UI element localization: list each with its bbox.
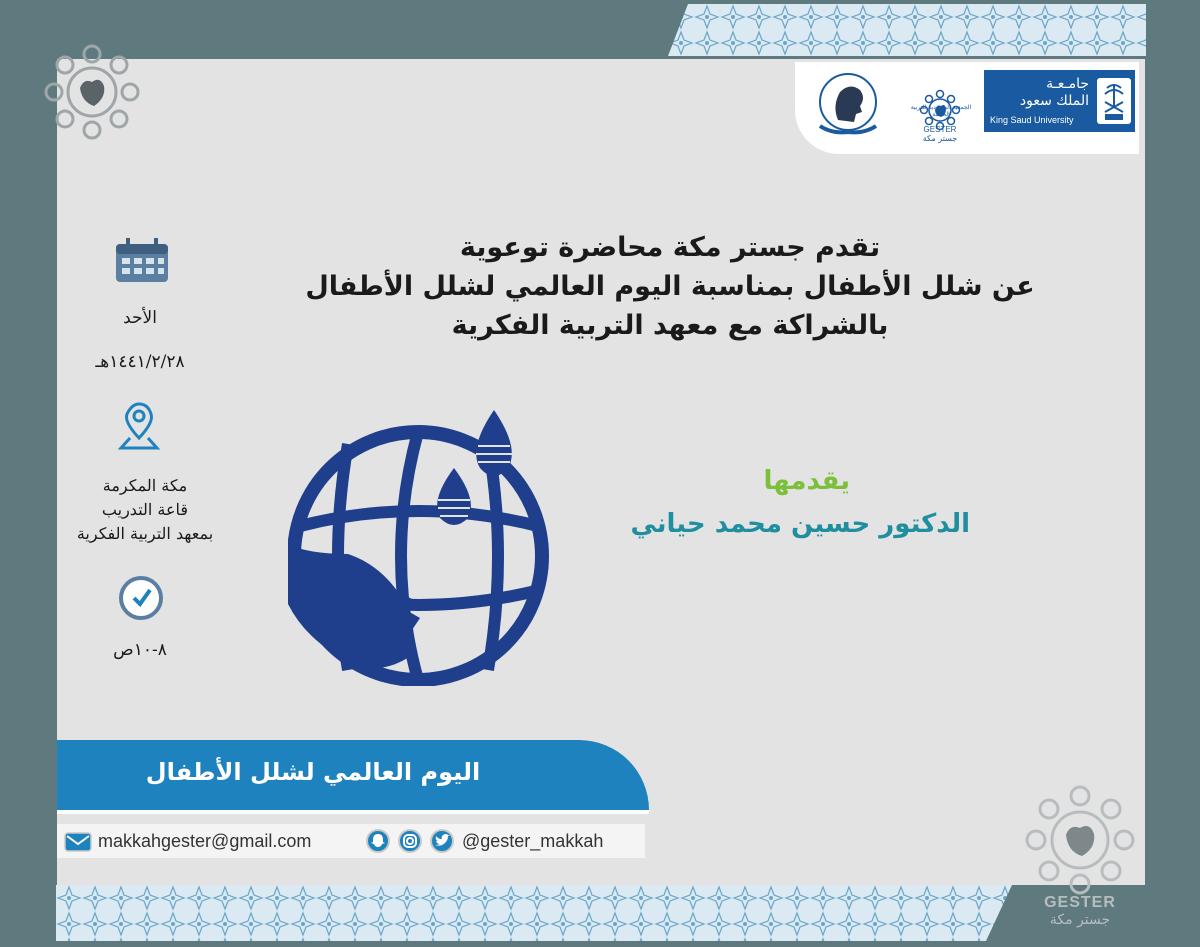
headline-line-2: عن شلل الأطفال بمناسبة اليوم العالمي لشل… <box>305 271 1035 302</box>
headline-line-1: تقدم جستر مكة محاضرة توعوية <box>459 232 881 263</box>
bottom-banner: اليوم العالمي لشلل الأطفال <box>57 740 649 814</box>
clock-icon <box>119 576 163 620</box>
calendar-icon <box>116 238 168 282</box>
event-day: الأحد <box>123 308 157 328</box>
map-pin-icon <box>118 402 160 450</box>
twitter-icon[interactable] <box>430 829 454 853</box>
event-time: ٨-١٠ص <box>113 640 167 660</box>
presenter-name: الدكتور حسين محمد حياني <box>630 509 970 539</box>
ksu-logo-english: King Saud University <box>990 115 1074 125</box>
banner-title: اليوم العالمي لشلل الأطفال <box>145 758 481 786</box>
polio-globe-logo <box>288 410 549 686</box>
instagram-icon[interactable] <box>398 829 422 853</box>
gester-logo-arabic: الجمعية السعودية للتربية الخاصة <box>910 104 972 118</box>
top-pattern-strip <box>668 4 1146 56</box>
bottom-pattern-strip <box>56 885 1012 941</box>
head-hands-icon <box>818 73 878 135</box>
location-line-3: بمعهد التربية الفكرية <box>76 524 214 543</box>
contact-handle[interactable]: @gester_makkah <box>462 831 603 852</box>
watermark-en: GESTER <box>1044 894 1116 911</box>
presenter-label: يقدمها <box>763 466 850 496</box>
ksu-logo-arabic: جامـعـة الملك سعود <box>1019 76 1089 109</box>
event-location: مكة المكرمة قاعة التدريب بمعهد التربية ا… <box>70 474 220 546</box>
watermark-ar: جستر مكة <box>1049 912 1111 928</box>
snapchat-icon[interactable] <box>366 829 390 853</box>
gester-logo-english: GESTER <box>923 125 957 134</box>
headline-line-3: بالشراكة مع معهد التربية الفكرية <box>451 310 889 341</box>
location-line-1: مكة المكرمة <box>102 476 188 495</box>
ksu-logo: جامـعـة الملك سعود King Saud University <box>984 70 1135 132</box>
corner-emblem-bottom-right <box>1025 785 1135 895</box>
gester-logo-arabic-short: جستر مكة <box>922 134 958 143</box>
location-line-2: قاعة التدريب <box>101 500 189 519</box>
event-date: ١٤٤١/٢/٢٨هـ <box>95 352 185 372</box>
email-icon <box>64 832 92 852</box>
headline: تقدم جستر مكة محاضرة توعوية عن شلل الأطف… <box>240 228 1100 345</box>
corner-emblem-top-left <box>44 44 140 140</box>
palm-swords-emblem-icon <box>1097 78 1131 124</box>
contact-email[interactable]: makkahgester@gmail.com <box>98 831 311 852</box>
